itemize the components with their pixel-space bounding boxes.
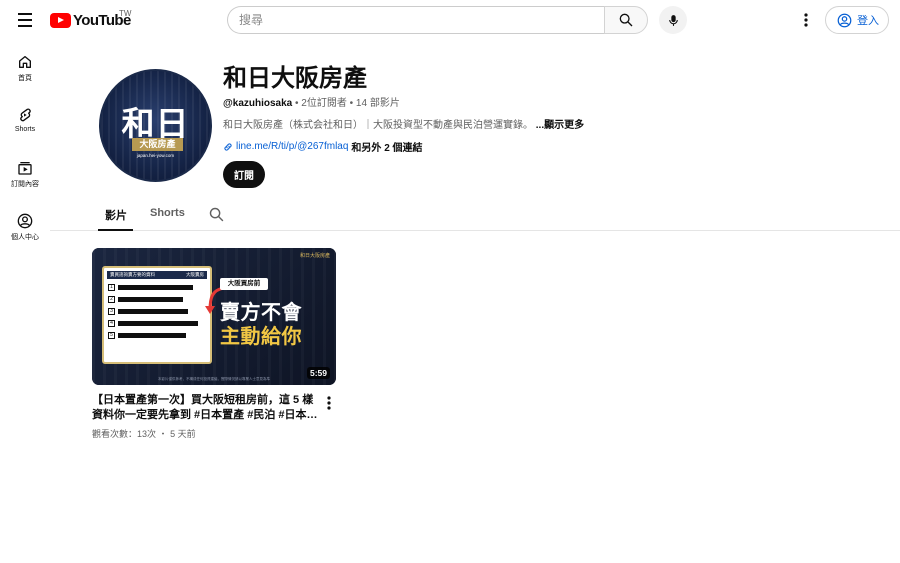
- row-number: 1: [108, 284, 115, 291]
- subscribe-button[interactable]: 訂閱: [223, 161, 265, 188]
- tab-shorts[interactable]: Shorts: [150, 207, 185, 219]
- search-icon: [619, 13, 633, 27]
- thumbnail-doc-row: 5: [108, 332, 186, 339]
- thumbnail-doc-tag: 大阪賣房: [186, 272, 204, 277]
- video-options-button[interactable]: [322, 394, 336, 412]
- search-button[interactable]: [604, 6, 648, 34]
- account-icon: [17, 213, 33, 229]
- video-meta: 觀看次數：13次 ・ 5 天前: [92, 427, 196, 440]
- shorts-icon: [20, 108, 31, 122]
- video-duration: 5:59: [306, 367, 330, 379]
- youtube-play-icon: [50, 12, 71, 28]
- channel-name: 和日大阪房產: [223, 64, 367, 92]
- more-vert-icon: [327, 396, 331, 410]
- home-icon: [19, 56, 31, 68]
- channel-avatar[interactable]: 和日 大阪房產 japan.hei-yow.com: [99, 69, 212, 182]
- thumbnail-doc-row: 2: [108, 296, 183, 303]
- video-thumbnail[interactable]: 和日大阪房產 賣買諮詢賣方要的資料 大阪賣房 1 2 3 4 5 大阪買房前 賣…: [92, 248, 336, 385]
- row-bar: [118, 297, 183, 302]
- sidebar-item-shorts[interactable]: Shorts: [0, 95, 50, 145]
- thumbnail-brand: 和日大阪房產: [299, 253, 330, 259]
- more-links[interactable]: 和另外 2 個連結: [351, 139, 422, 154]
- row-bar: [118, 309, 188, 314]
- account-circle-icon: [837, 13, 852, 27]
- channel-tabs: 影片 Shorts: [50, 200, 900, 231]
- row-number: 4: [108, 320, 115, 327]
- sign-in-button[interactable]: 登入: [825, 6, 889, 34]
- upload-age: 5 天前: [170, 429, 196, 439]
- link-icon: [224, 142, 232, 151]
- thumbnail-doc-row: 1: [108, 284, 193, 291]
- row-bar: [118, 333, 186, 338]
- thumbnail-doc-title: 賣買諮詢賣方要的資料: [110, 272, 155, 277]
- voice-search-button[interactable]: [659, 6, 687, 34]
- thumbnail-headline-2: 主動給你: [220, 324, 302, 348]
- video-title[interactable]: 【日本置產第一次】買大阪短租房前，這 5 樣資料你一定要先拿到 #日本置產 #民…: [92, 393, 318, 423]
- thumbnail-tag: 大阪買房前: [220, 278, 268, 290]
- search-bar: [227, 6, 648, 34]
- settings-menu-button[interactable]: [795, 8, 817, 32]
- subscriber-count: 2位訂閱者: [301, 98, 347, 109]
- thumbnail-doc-header: 賣買諮詢賣方要的資料 大阪賣房: [107, 271, 207, 279]
- channel-meta: @kazuhiosaka • 2位訂閱者 • 14 部影片: [223, 94, 400, 109]
- channel-handle: @kazuhiosaka: [223, 98, 293, 109]
- row-number: 2: [108, 296, 115, 303]
- sidebar-item-you[interactable]: 個人中心: [0, 201, 50, 251]
- menu-icon[interactable]: [12, 8, 38, 32]
- channel-links: line.me/R/ti/p/@267fmlaq 和另外 2 個連結: [223, 139, 423, 154]
- sign-in-label: 登入: [857, 15, 879, 27]
- sidebar-item-label: 個人中心: [11, 234, 39, 241]
- view-count: 觀看次數：13次: [92, 429, 157, 439]
- show-more-link[interactable]: ...顯示更多: [536, 120, 584, 131]
- avatar-logo-subtext: 大阪房產: [132, 138, 183, 151]
- thumbnail-disclaimer: 本影片僅供參考，不構成任何投資建議，實際情況請以專業人士意見為準: [158, 377, 270, 381]
- active-tab-indicator: [98, 229, 133, 231]
- region-code: TW: [119, 9, 132, 18]
- sidebar-item-subscriptions[interactable]: 訂閱內容: [0, 148, 50, 198]
- row-number: 3: [108, 308, 115, 315]
- more-vert-icon: [804, 13, 808, 27]
- thumbnail-doc-row: 3: [108, 308, 188, 315]
- sidebar-item-label: 訂閱內容: [11, 181, 39, 188]
- search-input[interactable]: [227, 6, 604, 34]
- tab-videos[interactable]: 影片: [105, 207, 127, 223]
- row-bar: [118, 285, 193, 290]
- sidebar-item-label: Shorts: [14, 126, 36, 133]
- sidebar-item-label: 首頁: [18, 75, 32, 82]
- channel-search-icon[interactable]: [208, 206, 225, 223]
- thumbnail-document: 賣買諮詢賣方要的資料 大阪賣房 1 2 3 4 5: [102, 266, 212, 364]
- row-number: 5: [108, 332, 115, 339]
- top-bar: YouTube TW 登入: [0, 0, 900, 40]
- channel-description[interactable]: 和日大阪房產（株式会社和日）｜大阪投資型不動產與民泊營運實錄。 ...顯示更多: [223, 116, 584, 131]
- subscriptions-icon: [18, 162, 32, 175]
- meta-separator: ・: [158, 429, 168, 439]
- video-count: 14 部影片: [355, 98, 400, 109]
- description-text: 和日大阪房產（株式会社和日）｜大阪投資型不動產與民泊營運實錄。: [223, 120, 533, 131]
- sidebar-item-home[interactable]: 首頁: [0, 42, 50, 92]
- channel-link[interactable]: line.me/R/ti/p/@267fmlaq: [236, 141, 348, 152]
- thumbnail-doc-row: 4: [108, 320, 198, 327]
- microphone-icon: [668, 14, 678, 26]
- avatar-logo-url: japan.hei-yow.com: [136, 153, 175, 158]
- row-bar: [118, 321, 198, 326]
